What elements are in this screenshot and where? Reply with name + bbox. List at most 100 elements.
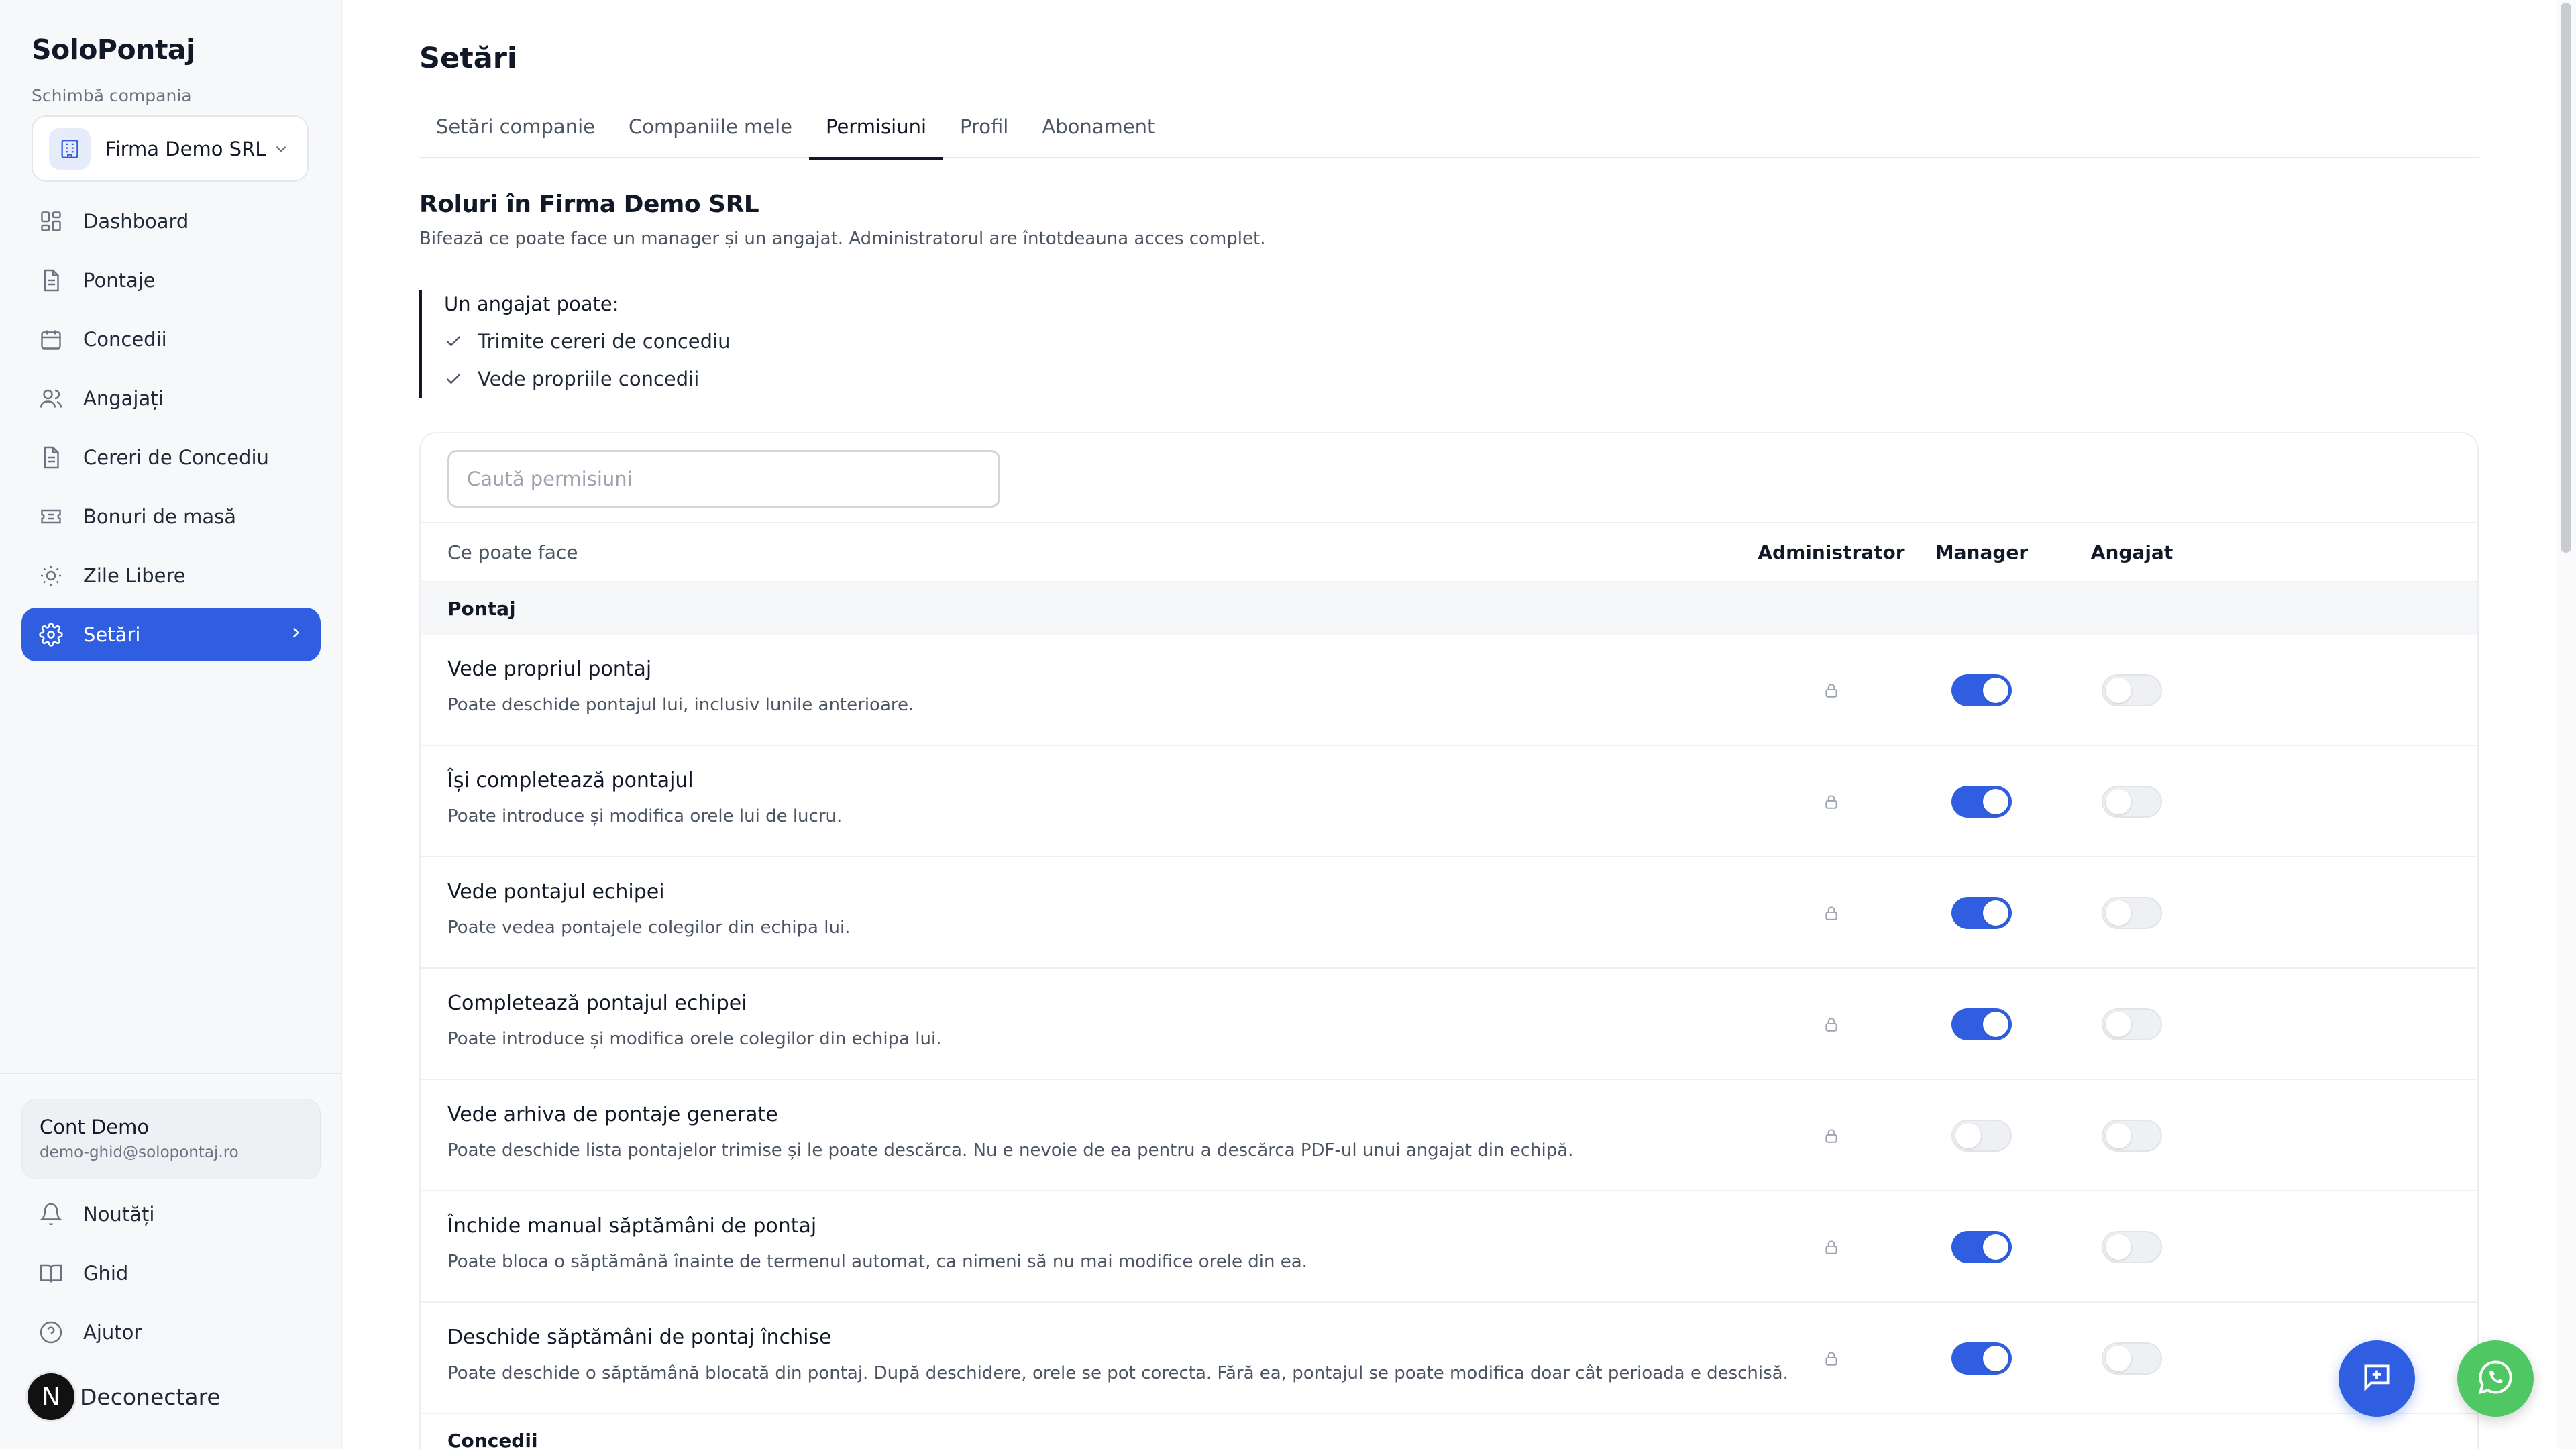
- angajat-toggle[interactable]: [2102, 1008, 2162, 1040]
- sidebar-item-label: Zile Libere: [83, 564, 186, 587]
- page-scrollbar[interactable]: [2556, 0, 2576, 1449]
- angajat-toggle[interactable]: [2102, 1231, 2162, 1263]
- permission-description: Poate deschide lista pontajelor trimise …: [447, 1140, 1574, 1161]
- permission-description: Poate introduce și modifica orele lui de…: [447, 806, 843, 826]
- sidebar-item-label: Noutăți: [83, 1203, 155, 1226]
- book-icon: [38, 1260, 64, 1287]
- toggle-knob: [1983, 1012, 2008, 1037]
- table-row: Închide manual săptămâni de pontaj Poate…: [421, 1191, 2477, 1303]
- manager-cell: [1907, 746, 2057, 857]
- search-input[interactable]: [447, 450, 1000, 508]
- sidebar-item-pontaje[interactable]: Pontaje: [21, 254, 321, 307]
- manager-toggle[interactable]: [1951, 1342, 2012, 1375]
- angajat-toggle[interactable]: [2102, 897, 2162, 929]
- sidebar-item-dashboard[interactable]: Dashboard: [21, 195, 321, 248]
- column-header-angajat: Angajat: [2090, 541, 2174, 564]
- toggle-knob: [1983, 1234, 2008, 1260]
- permission-title: Închide manual săptămâni de pontaj: [447, 1214, 817, 1238]
- lock-icon: [1821, 1347, 1841, 1370]
- tab-abonament[interactable]: Abonament: [1025, 107, 1171, 158]
- gear-icon: [38, 621, 64, 648]
- sidebar: SoloPontaj Schimbă compania Firma Demo S…: [0, 0, 342, 1449]
- sidebar-item-angajati[interactable]: Angajați: [21, 372, 321, 425]
- sidebar-item-zile-libere[interactable]: Zile Libere: [21, 549, 321, 602]
- lock-icon: [1821, 679, 1841, 702]
- sidebar-item-ghid[interactable]: Ghid: [21, 1246, 321, 1300]
- angajat-toggle[interactable]: [2102, 786, 2162, 818]
- manager-toggle[interactable]: [1951, 674, 2012, 706]
- section-label: Pontaj: [447, 597, 516, 620]
- manager-toggle[interactable]: [1951, 1120, 2012, 1152]
- sidebar-item-ajutor[interactable]: Ajutor: [21, 1305, 321, 1359]
- check-icon: [444, 369, 464, 389]
- toggle-knob: [2106, 678, 2131, 703]
- toggle-knob: [2106, 1234, 2131, 1260]
- sidebar-item-cereri-de-concediu[interactable]: Cereri de Concediu: [21, 431, 321, 484]
- sun-icon: [38, 562, 64, 589]
- angajat-cell: [2057, 1303, 2207, 1414]
- admin-cell: [1756, 746, 1907, 857]
- search-bar: [421, 433, 2477, 523]
- sidebar-item-concedii[interactable]: Concedii: [21, 313, 321, 366]
- account-card[interactable]: Cont Demo demo-ghid@solopontaj.ro: [21, 1099, 321, 1179]
- scrollbar-thumb[interactable]: [2561, 3, 2571, 553]
- manager-cell: [1907, 1303, 2057, 1414]
- column-header-admin: Administrator: [1758, 541, 1905, 564]
- sidebar-item-label: Ghid: [83, 1262, 129, 1285]
- manager-cell: [1907, 1080, 2057, 1191]
- chat-button[interactable]: [2339, 1340, 2415, 1417]
- admin-cell: [1756, 857, 1907, 969]
- logout-button[interactable]: N Deconectare: [25, 1371, 221, 1422]
- toggle-knob: [1955, 1123, 1981, 1148]
- sidebar-item-label: Bonuri de masă: [83, 505, 236, 528]
- angajat-cell: [2057, 746, 2207, 857]
- angajat-cell: [2057, 635, 2207, 746]
- manager-toggle[interactable]: [1951, 1231, 2012, 1263]
- admin-cell: [1756, 635, 1907, 746]
- toggle-knob: [2106, 789, 2131, 814]
- tab-permisiuni[interactable]: Permisiuni: [809, 107, 944, 160]
- tab-companiile-mele[interactable]: Companiile mele: [612, 107, 809, 158]
- roles-title: Roluri în Firma Demo SRL: [419, 191, 759, 218]
- chevron-down-icon: [271, 139, 291, 159]
- permission-title: Deschide săptămâni de pontaj închise: [447, 1326, 832, 1349]
- toggle-knob: [2106, 1123, 2131, 1148]
- admin-cell: [1756, 1080, 1907, 1191]
- angajat-cell: [2057, 969, 2207, 1080]
- tab-setari-companie[interactable]: Setări companie: [419, 107, 612, 158]
- table-row: Vede arhiva de pontaje generate Poate de…: [421, 1080, 2477, 1191]
- tab-profil[interactable]: Profil: [943, 107, 1025, 158]
- lock-icon: [1821, 1236, 1841, 1258]
- sidebar-item-setari[interactable]: Setări: [21, 608, 321, 661]
- help-icon: [38, 1319, 64, 1346]
- section-label: Concedii: [447, 1429, 538, 1449]
- manager-toggle[interactable]: [1951, 786, 2012, 818]
- company-select-value: Firma Demo SRL: [105, 137, 266, 160]
- whatsapp-button[interactable]: [2457, 1340, 2534, 1417]
- sidebar-item-noutati[interactable]: Noutăți: [21, 1187, 321, 1241]
- document-icon: [38, 267, 64, 294]
- permission-title: Vede pontajul echipei: [447, 880, 665, 904]
- permission-description: Poate introduce și modifica orele colegi…: [447, 1029, 942, 1049]
- callout-title: Un angajat poate:: [444, 292, 619, 315]
- company-select[interactable]: Firma Demo SRL: [32, 115, 309, 182]
- angajat-toggle[interactable]: [2102, 1342, 2162, 1375]
- callout-item: Trimite cereri de concediu: [444, 330, 1023, 353]
- sidebar-divider: [0, 1073, 342, 1074]
- angajat-toggle[interactable]: [2102, 1120, 2162, 1152]
- sidebar-item-label: Pontaje: [83, 269, 156, 292]
- sidebar-item-bonuri-de-masa[interactable]: Bonuri de masă: [21, 490, 321, 543]
- sidebar-item-label: Angajați: [83, 387, 164, 410]
- angajat-toggle[interactable]: [2102, 674, 2162, 706]
- admin-cell: [1756, 1303, 1907, 1414]
- manager-toggle[interactable]: [1951, 1008, 2012, 1040]
- table-row: Vede pontajul echipei Poate vedea pontaj…: [421, 857, 2477, 969]
- manager-toggle[interactable]: [1951, 897, 2012, 929]
- admin-cell: [1756, 1191, 1907, 1303]
- logout-label: Deconectare: [80, 1383, 221, 1410]
- toggle-knob: [1983, 789, 2008, 814]
- toggle-knob: [2106, 900, 2131, 926]
- toggle-knob: [1983, 678, 2008, 703]
- account-name: Cont Demo: [40, 1116, 150, 1138]
- page-title: Setări: [419, 42, 517, 75]
